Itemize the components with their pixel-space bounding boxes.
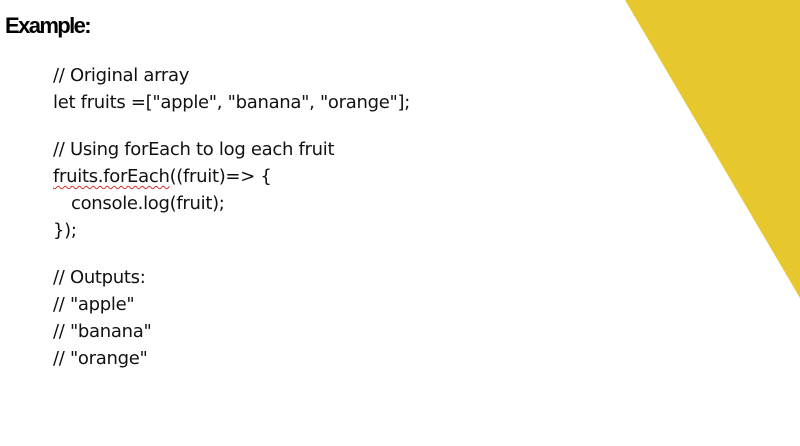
code-line-foreach: fruits.forEach((fruit)=> { <box>53 164 272 190</box>
comment-outputs: // Outputs: <box>53 267 146 288</box>
code-line-closing: }); <box>53 220 77 241</box>
comment-output-banana: // "banana" <box>53 321 152 342</box>
code-line-console-log: console.log(fruit); <box>71 193 225 214</box>
slide-title: Example: <box>5 13 92 38</box>
accent-triangle-shape <box>625 0 800 298</box>
comment-original-array: // Original array <box>53 65 190 86</box>
spellcheck-underlined-call: fruits.forEach <box>53 166 170 187</box>
foreach-arguments: ((fruit)=> { <box>169 166 272 187</box>
comment-output-apple: // "apple" <box>53 294 135 315</box>
comment-output-orange: // "orange" <box>53 348 148 369</box>
comment-using-foreach: // Using forEach to log each fruit <box>53 139 335 160</box>
code-line-let-fruits: let fruits =["apple", "banana", "orange"… <box>53 92 410 113</box>
slide: Example: // Original array let fruits =[… <box>0 0 800 446</box>
